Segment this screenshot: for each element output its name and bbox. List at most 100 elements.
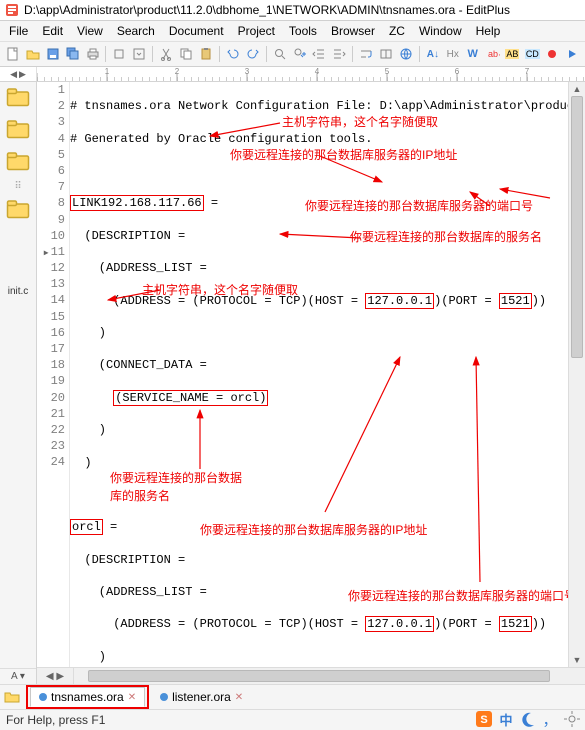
- tab-label: listener.ora: [172, 690, 231, 704]
- tab-label: tnsnames.ora: [51, 690, 124, 704]
- active-tab-highlight: tnsnames.ora ✕: [26, 685, 149, 709]
- tab-tnsnames[interactable]: tnsnames.ora ✕: [30, 687, 145, 707]
- vertical-scrollbar[interactable]: ▲ ▼: [568, 82, 585, 667]
- svg-text:S: S: [480, 714, 487, 726]
- scroll-thumb[interactable]: [571, 96, 583, 358]
- editor-body[interactable]: 123456789101112131415161718192021222324 …: [37, 82, 585, 667]
- scroll-thumb[interactable]: [88, 670, 550, 682]
- code-line: (CONNECT_DATA =: [70, 357, 568, 373]
- wrap-icon[interactable]: [357, 45, 375, 63]
- outdent-icon[interactable]: [310, 45, 328, 63]
- word-w-icon[interactable]: W: [464, 45, 482, 63]
- ruler-left-arrow-icon[interactable]: ◀: [10, 69, 17, 80]
- tab-close-icon[interactable]: ✕: [128, 692, 136, 703]
- app-window: D:\app\Administrator\product\11.2.0\dbho…: [0, 0, 585, 730]
- ruler-right-arrow-icon[interactable]: ▶: [19, 69, 26, 80]
- settings-icon[interactable]: [563, 710, 581, 728]
- menu-search[interactable]: Search: [110, 22, 162, 40]
- record-icon[interactable]: [543, 45, 561, 63]
- print-icon[interactable]: [84, 45, 102, 63]
- drag-handle-icon[interactable]: ⠿: [6, 182, 30, 190]
- menu-bar: File Edit View Search Document Project T…: [0, 21, 585, 41]
- main-area: ⠿ init.c A ▾ 123456789101112131415161718…: [0, 82, 585, 684]
- svg-text:2: 2: [175, 67, 180, 76]
- menu-window[interactable]: Window: [412, 22, 469, 40]
- cut-icon[interactable]: [157, 45, 175, 63]
- folder-icon[interactable]: [6, 198, 30, 222]
- folder-icon[interactable]: [6, 118, 30, 142]
- code-line: [70, 487, 568, 503]
- folder-icon[interactable]: [6, 150, 30, 174]
- toolbar-separator: [419, 46, 420, 62]
- scroll-up-icon[interactable]: ▲: [569, 82, 585, 96]
- highlight-ab-icon[interactable]: AB: [503, 45, 521, 63]
- status-text: For Help, press F1: [6, 713, 105, 727]
- menu-edit[interactable]: Edit: [35, 22, 70, 40]
- code-line: (ADDRESS_LIST =: [70, 584, 568, 600]
- toolbar-separator: [152, 46, 153, 62]
- sidebar-file-label[interactable]: init.c: [8, 286, 29, 297]
- menu-zc[interactable]: ZC: [382, 22, 412, 40]
- copy-icon[interactable]: [177, 45, 195, 63]
- menu-file[interactable]: File: [2, 22, 35, 40]
- moon-icon[interactable]: [519, 710, 537, 728]
- toolbar-separator: [266, 46, 267, 62]
- menu-document[interactable]: Document: [162, 22, 231, 40]
- lang-cn-icon[interactable]: 中: [497, 710, 515, 728]
- code-line: (ADDRESS = (PROTOCOL = TCP)(HOST = 127.0…: [70, 293, 568, 309]
- toolbar-separator: [219, 46, 220, 62]
- insert-hx-icon[interactable]: Hx: [444, 45, 462, 63]
- highlight-cd-icon[interactable]: CD: [523, 45, 541, 63]
- folder-icon[interactable]: [6, 86, 30, 110]
- anno-service-ml1: 你要远程连接的那台数据: [110, 470, 242, 486]
- new-file-icon[interactable]: [4, 45, 22, 63]
- redo-icon[interactable]: [244, 45, 262, 63]
- toggle-view-icon[interactable]: [377, 45, 395, 63]
- comma-icon[interactable]: ，: [541, 710, 559, 728]
- svg-text:ab✓: ab✓: [488, 49, 500, 59]
- code-line: (DESCRIPTION =: [70, 228, 568, 244]
- code-line: (ADDRESS_LIST =: [70, 260, 568, 276]
- system-tray: S 中 ，: [475, 710, 581, 728]
- hostname-box: LINK192.168.117.66: [70, 195, 204, 211]
- tab-dot-icon: [160, 693, 168, 701]
- undo-icon[interactable]: [224, 45, 242, 63]
- toggle-icon[interactable]: [110, 45, 128, 63]
- folder-icon[interactable]: [4, 689, 20, 705]
- menu-help[interactable]: Help: [469, 22, 508, 40]
- search-icon[interactable]: [271, 45, 289, 63]
- window-title: D:\app\Administrator\product\11.2.0\dbho…: [24, 3, 510, 17]
- horizontal-scrollbar[interactable]: ◀ ▶: [37, 667, 585, 684]
- spell-icon[interactable]: ab✓: [484, 45, 502, 63]
- search-next-icon[interactable]: [291, 45, 309, 63]
- line-gutter: 123456789101112131415161718192021222324: [37, 82, 70, 667]
- tab-close-icon[interactable]: ✕: [235, 692, 243, 703]
- drive-selector[interactable]: A ▾: [0, 668, 36, 684]
- open-file-icon[interactable]: [24, 45, 42, 63]
- code-area[interactable]: # tnsnames.ora Network Configuration Fil…: [70, 82, 568, 667]
- indent-icon[interactable]: [330, 45, 348, 63]
- menu-tools[interactable]: Tools: [282, 22, 324, 40]
- insert-a-icon[interactable]: A↓: [424, 45, 442, 63]
- service-name-box: (SERVICE_NAME = orcl): [113, 390, 268, 406]
- scroll-down-icon[interactable]: ▼: [569, 653, 585, 667]
- code-line: ): [70, 325, 568, 341]
- code-line: [70, 163, 568, 179]
- save-icon[interactable]: [44, 45, 62, 63]
- code-line: # Generated by Oracle configuration tool…: [70, 131, 568, 147]
- svg-text:4: 4: [315, 67, 320, 76]
- save-all-icon[interactable]: [64, 45, 82, 63]
- menu-view[interactable]: View: [70, 22, 110, 40]
- menu-project[interactable]: Project: [231, 22, 282, 40]
- ime-icon[interactable]: S: [475, 710, 493, 728]
- tab-listener[interactable]: listener.ora ✕: [151, 687, 252, 707]
- dropdown-icon[interactable]: [130, 45, 148, 63]
- paste-icon[interactable]: [197, 45, 215, 63]
- ruler-ticks: 123 4567: [37, 67, 585, 81]
- ruler: ◀ ▶ 123 4567: [0, 67, 585, 82]
- menu-browser[interactable]: Browser: [324, 22, 382, 40]
- browser-icon[interactable]: [397, 45, 415, 63]
- play-icon[interactable]: [563, 45, 581, 63]
- toolbar-separator: [105, 46, 106, 62]
- port-box: 1521: [499, 293, 532, 309]
